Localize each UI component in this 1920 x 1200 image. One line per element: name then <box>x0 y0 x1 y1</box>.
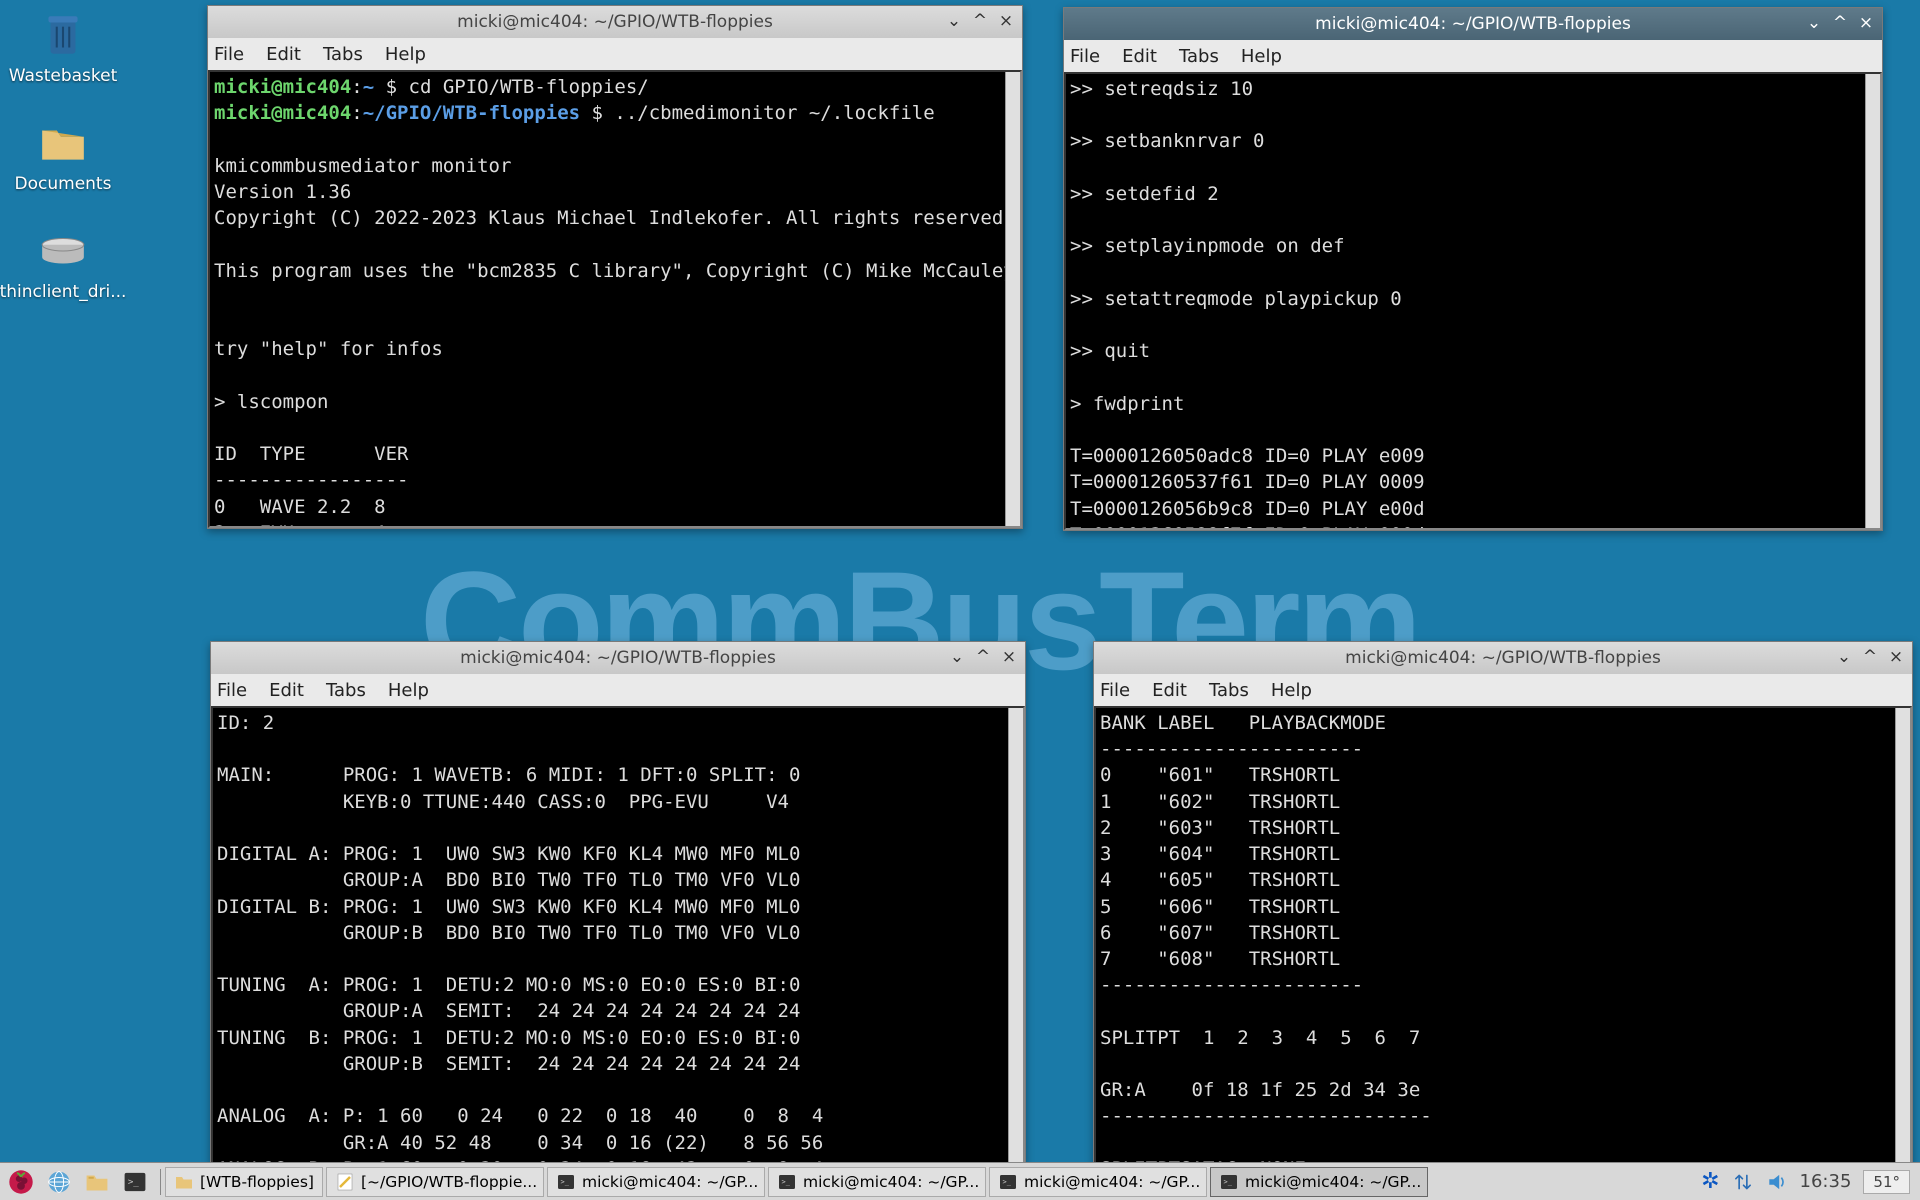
window-menubar: File Edit Tabs Help <box>211 674 1025 706</box>
minimize-icon[interactable]: ⌄ <box>944 11 964 31</box>
menu-file[interactable]: File <box>217 680 247 701</box>
trash-icon <box>38 10 88 60</box>
term-icon: >_ <box>1219 1172 1239 1192</box>
maximize-icon[interactable]: ^ <box>973 647 993 667</box>
task-label: micki@mic404: ~/GP... <box>1024 1173 1200 1191</box>
clock[interactable]: 16:35 <box>1800 1171 1852 1192</box>
menu-tabs[interactable]: Tabs <box>1179 46 1219 67</box>
svg-text:>_: >_ <box>1002 1178 1011 1186</box>
filemanager-icon[interactable] <box>80 1167 114 1197</box>
term-icon: >_ <box>556 1172 576 1192</box>
system-tray: ✲ 16:35 51° <box>1701 1169 1916 1194</box>
close-icon[interactable]: × <box>1856 13 1876 33</box>
volume-icon[interactable] <box>1766 1171 1788 1193</box>
desktop-icon-label: thinclient_dri... <box>0 282 126 302</box>
terminal-window-br[interactable]: micki@mic404: ~/GPIO/WTB-floppies ⌄ ^ × … <box>1093 641 1913 1165</box>
close-icon[interactable]: × <box>999 647 1019 667</box>
desktop-icon-label: Documents <box>15 174 112 194</box>
folder-icon <box>38 118 88 168</box>
taskbar-task[interactable]: >_ micki@mic404: ~/GP... <box>547 1167 765 1197</box>
menu-help[interactable]: Help <box>1241 46 1282 67</box>
maximize-icon[interactable]: ^ <box>1860 647 1880 667</box>
temperature[interactable]: 51° <box>1863 1170 1910 1194</box>
menu-file[interactable]: File <box>1070 46 1100 67</box>
task-label: micki@mic404: ~/GP... <box>1245 1173 1421 1191</box>
task-label: [~/GPIO/WTB-floppie... <box>361 1173 537 1191</box>
window-title: micki@mic404: ~/GPIO/WTB-floppies <box>460 648 776 668</box>
menu-tabs[interactable]: Tabs <box>1209 680 1249 701</box>
minimize-icon[interactable]: ⌄ <box>947 647 967 667</box>
terminal-body[interactable]: micki@mic404:~ $ cd GPIO/WTB-floppies/ m… <box>208 70 1022 528</box>
terminal-body[interactable]: >> setreqdsiz 10 >> setbanknrvar 0 >> se… <box>1064 72 1882 530</box>
taskbar: >_ [WTB-floppies] [~/GPIO/WTB-floppie... >… <box>0 1162 1920 1200</box>
taskbar-task[interactable]: [WTB-floppies] <box>165 1167 323 1197</box>
window-titlebar[interactable]: micki@mic404: ~/GPIO/WTB-floppies ⌄ ^ × <box>1064 8 1882 40</box>
task-label: micki@mic404: ~/GP... <box>803 1173 979 1191</box>
scrollbar[interactable] <box>1008 708 1023 1162</box>
desktop-icon-documents[interactable]: Documents <box>3 118 123 194</box>
close-icon[interactable]: × <box>1886 647 1906 667</box>
svg-text:>_: >_ <box>1223 1178 1232 1186</box>
terminal-window-tl[interactable]: micki@mic404: ~/GPIO/WTB-floppies ⌄ ^ × … <box>207 5 1023 529</box>
drive-icon <box>38 226 88 276</box>
menu-help[interactable]: Help <box>385 44 426 65</box>
maximize-icon[interactable]: ^ <box>1830 13 1850 33</box>
menu-tabs[interactable]: Tabs <box>326 680 366 701</box>
task-label: micki@mic404: ~/GP... <box>582 1173 758 1191</box>
close-icon[interactable]: × <box>996 11 1016 31</box>
menu-tabs[interactable]: Tabs <box>323 44 363 65</box>
menu-file[interactable]: File <box>214 44 244 65</box>
desktop-icon-label: Wastebasket <box>9 66 118 86</box>
terminal-window-bl[interactable]: micki@mic404: ~/GPIO/WTB-floppies ⌄ ^ × … <box>210 641 1026 1165</box>
terminal-body[interactable]: BANK LABEL PLAYBACKMODE ----------------… <box>1094 706 1912 1164</box>
window-title: micki@mic404: ~/GPIO/WTB-floppies <box>1315 14 1631 34</box>
menu-file[interactable]: File <box>1100 680 1130 701</box>
terminal-window-tr[interactable]: micki@mic404: ~/GPIO/WTB-floppies ⌄ ^ × … <box>1063 7 1883 531</box>
editor-icon <box>335 1172 355 1192</box>
taskbar-task[interactable]: [~/GPIO/WTB-floppie... <box>326 1167 544 1197</box>
maximize-icon[interactable]: ^ <box>970 11 990 31</box>
desktop-icon-wastebasket[interactable]: Wastebasket <box>3 10 123 86</box>
bluetooth-icon[interactable]: ✲ <box>1701 1169 1719 1194</box>
task-label: [WTB-floppies] <box>200 1173 314 1191</box>
scrollbar[interactable] <box>1005 72 1020 526</box>
menu-help[interactable]: Help <box>1271 680 1312 701</box>
menu-edit[interactable]: Edit <box>266 44 301 65</box>
desktop-icon-thinclientdrive[interactable]: thinclient_dri... <box>3 226 123 302</box>
window-menubar: File Edit Tabs Help <box>208 38 1022 70</box>
taskbar-task[interactable]: >_ micki@mic404: ~/GP... <box>989 1167 1207 1197</box>
terminal-body[interactable]: ID: 2 MAIN: PROG: 1 WAVETB: 6 MIDI: 1 DF… <box>211 706 1025 1164</box>
term-icon: >_ <box>998 1172 1018 1192</box>
terminal-launcher-icon[interactable]: >_ <box>118 1167 152 1197</box>
browser-icon[interactable] <box>42 1167 76 1197</box>
scrollbar[interactable] <box>1895 708 1910 1162</box>
term-icon: >_ <box>777 1172 797 1192</box>
svg-text:>_: >_ <box>560 1178 569 1186</box>
scrollbar[interactable] <box>1865 74 1880 528</box>
network-icon[interactable] <box>1732 1171 1754 1193</box>
start-menu-icon[interactable] <box>4 1167 38 1197</box>
taskbar-task[interactable]: >_ micki@mic404: ~/GP... <box>1210 1167 1428 1197</box>
menu-help[interactable]: Help <box>388 680 429 701</box>
window-title: micki@mic404: ~/GPIO/WTB-floppies <box>457 12 773 32</box>
taskbar-task[interactable]: >_ micki@mic404: ~/GP... <box>768 1167 986 1197</box>
window-titlebar[interactable]: micki@mic404: ~/GPIO/WTB-floppies ⌄ ^ × <box>1094 642 1912 674</box>
menu-edit[interactable]: Edit <box>269 680 304 701</box>
menu-edit[interactable]: Edit <box>1152 680 1187 701</box>
window-title: micki@mic404: ~/GPIO/WTB-floppies <box>1345 648 1661 668</box>
taskbar-divider <box>160 1169 161 1195</box>
svg-text:>_: >_ <box>781 1178 790 1186</box>
window-titlebar[interactable]: micki@mic404: ~/GPIO/WTB-floppies ⌄ ^ × <box>208 6 1022 38</box>
window-titlebar[interactable]: micki@mic404: ~/GPIO/WTB-floppies ⌄ ^ × <box>211 642 1025 674</box>
minimize-icon[interactable]: ⌄ <box>1804 13 1824 33</box>
folder-icon <box>174 1172 194 1192</box>
svg-text:>_: >_ <box>128 1177 139 1187</box>
window-menubar: File Edit Tabs Help <box>1094 674 1912 706</box>
menu-edit[interactable]: Edit <box>1122 46 1157 67</box>
window-menubar: File Edit Tabs Help <box>1064 40 1882 72</box>
minimize-icon[interactable]: ⌄ <box>1834 647 1854 667</box>
